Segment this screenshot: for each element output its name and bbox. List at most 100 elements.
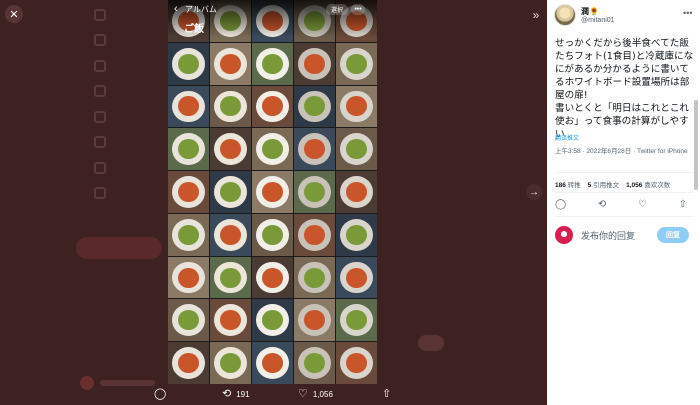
quotes-label: 引用推文 [593, 182, 620, 189]
collapse-panel-button[interactable]: » [529, 8, 543, 22]
album-select-label: 選択 [326, 4, 348, 15]
likes-label: 喜欢次数 [644, 182, 671, 189]
divider [555, 192, 694, 193]
likes-stat[interactable]: 1,056 喜欢次数 [626, 179, 670, 189]
food-shape [220, 267, 241, 288]
album-header: ‹ アルバム ご飯 選択 ••• [168, 0, 377, 38]
viewer-like-button[interactable]: ♡ 1,056 [298, 388, 333, 400]
backdrop-nav-icon [94, 187, 106, 200]
more-options-icon[interactable]: ••• [683, 8, 692, 18]
retweet-icon[interactable]: ⟲ [598, 199, 606, 210]
food-photo-thumbnail [294, 42, 335, 85]
reply-composer: 发布你的回复 回复 [555, 223, 693, 247]
food-photo-thumbnail [210, 85, 251, 128]
food-photo-thumbnail [210, 171, 251, 213]
food-photo-thumbnail [294, 85, 335, 128]
tweet-timestamp[interactable]: 上午3:58 · 2022年6月28日 · Twitter for iPhone [555, 147, 695, 156]
food-photo-thumbnail [336, 342, 377, 384]
retweet-icon: ⟲ [222, 388, 232, 400]
food-shape [304, 53, 325, 74]
food-shape [178, 139, 199, 160]
tweet-photo: ‹ アルバム ご飯 選択 ••• [168, 0, 377, 384]
food-photo-thumbnail [252, 299, 293, 342]
heart-icon[interactable]: ♡ [638, 199, 647, 210]
food-shape [178, 181, 199, 202]
food-shape [304, 139, 325, 160]
backdrop-nav-icon [94, 161, 106, 174]
food-photo-thumbnail [168, 342, 209, 384]
author-name[interactable]: 潤🌻 [581, 6, 615, 17]
divider [555, 216, 694, 217]
food-shape [262, 353, 283, 374]
reply-icon: ◯ [154, 388, 167, 400]
food-photo-thumbnail [294, 213, 335, 256]
tweet-author[interactable]: 潤🌻 @mitani01 [554, 4, 615, 26]
next-image-button[interactable]: → [526, 184, 542, 200]
viewer-retweet-button[interactable]: ⟲ 191 [222, 388, 250, 400]
food-shape [304, 181, 325, 202]
food-photo-thumbnail [336, 42, 377, 85]
retweets-stat[interactable]: 186 转推 [555, 179, 581, 189]
tweet-stats: 186 转推 5 引用推文 1,056 喜欢次数 [555, 179, 670, 189]
tweet-actions: ◯ ⟲ ♡ ⇧ [555, 199, 687, 210]
album-title: ご飯 [184, 24, 204, 35]
backdrop-nav-item [84, 53, 174, 79]
food-shape [178, 353, 199, 374]
food-shape [220, 139, 241, 160]
food-shape [346, 139, 367, 160]
viewer-reply-button[interactable]: ◯ [154, 388, 166, 400]
food-photo-thumbnail [210, 213, 251, 256]
food-photo-thumbnail [336, 299, 377, 342]
backdrop-nav-item [84, 28, 174, 54]
food-shape [262, 53, 283, 74]
food-shape [220, 224, 241, 245]
backdrop-nav-icon [94, 110, 106, 123]
viewer-action-bar: ◯ ⟲ 191 ♡ 1,056 ⇧ [0, 384, 547, 405]
food-photo-thumbnail [168, 256, 209, 299]
reply-icon[interactable]: ◯ [555, 199, 566, 210]
food-photo-thumbnail [210, 299, 251, 342]
tweet-detail-panel: 潤🌻 @mitani01 ••• せっかくだから後半食べてた飯たちフォト(1食目… [547, 0, 700, 405]
food-shape [346, 310, 367, 331]
food-shape [178, 310, 199, 331]
food-shape [346, 353, 367, 374]
backdrop-bubble [418, 335, 444, 351]
viewer-share-button[interactable]: ⇧ [382, 388, 391, 400]
translate-tweet-link[interactable]: 翻译推文 [555, 133, 579, 142]
food-shape [262, 139, 283, 160]
close-viewer-button[interactable]: ✕ [5, 5, 23, 23]
food-photo-thumbnail [252, 171, 293, 213]
food-photo-thumbnail [168, 42, 209, 85]
album-label: アルバム [185, 5, 217, 14]
food-shape [346, 181, 367, 202]
food-shape [304, 310, 325, 331]
quotes-stat[interactable]: 5 引用推文 [588, 179, 619, 189]
food-shape [262, 181, 283, 202]
backdrop-nav-icon [94, 136, 106, 149]
reply-input[interactable]: 发布你的回复 [581, 229, 635, 242]
heart-icon: ♡ [298, 388, 308, 400]
food-photo-thumbnail [294, 171, 335, 213]
food-shape [220, 353, 241, 374]
reply-submit-button[interactable]: 回复 [657, 227, 689, 243]
share-icon[interactable]: ⇧ [679, 199, 687, 210]
food-photo-thumbnail [294, 128, 335, 171]
double-chevron-right-icon: » [532, 8, 540, 22]
author-avatar[interactable] [554, 4, 576, 26]
quotes-count: 5 [587, 182, 592, 189]
food-shape [262, 224, 283, 245]
food-shape [178, 267, 199, 288]
share-icon: ⇧ [382, 388, 392, 400]
food-photo-thumbnail [252, 342, 293, 384]
food-photo-thumbnail [168, 171, 209, 213]
food-photo-thumbnail [168, 213, 209, 256]
food-photo-thumbnail [252, 42, 293, 85]
backdrop-nav-item [84, 104, 174, 130]
food-photo-thumbnail [336, 85, 377, 128]
backdrop-nav [84, 0, 174, 206]
backdrop-nav-icon [94, 85, 106, 98]
author-handle[interactable]: @mitani01 [581, 17, 615, 24]
backdrop-nav-icon [94, 34, 106, 47]
panel-scrollbar[interactable] [694, 100, 698, 190]
backdrop-nav-icon [94, 59, 106, 72]
